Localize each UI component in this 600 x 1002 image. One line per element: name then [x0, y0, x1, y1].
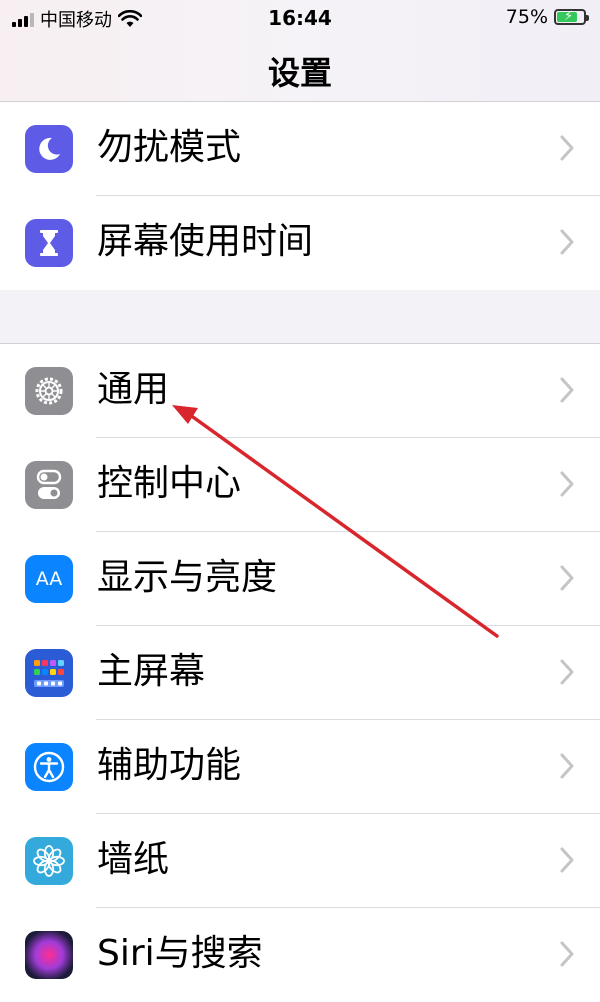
settings-row-screen-time[interactable]: 屏幕使用时间	[0, 196, 600, 290]
status-bar: 中国移动 16:44 75% ⚡	[0, 0, 600, 38]
chevron-right-icon	[560, 659, 574, 685]
chevron-right-icon	[560, 135, 574, 161]
settings-row-siri-search[interactable]: Siri与搜索	[0, 908, 600, 1002]
row-label: 屏幕使用时间	[97, 221, 314, 262]
settings-row-home-screen[interactable]: 主屏幕	[0, 626, 600, 720]
chevron-right-icon	[560, 753, 574, 779]
battery-icon: ⚡	[554, 9, 589, 25]
flower-icon	[25, 837, 73, 885]
chevron-right-icon	[560, 377, 574, 403]
chevron-right-icon	[560, 941, 574, 967]
home-screen-grid-icon	[25, 649, 73, 697]
row-label: 控制中心	[97, 463, 242, 504]
aa-text-icon: AA	[25, 555, 73, 603]
chevron-right-icon	[560, 565, 574, 591]
settings-row-general[interactable]: 通用	[0, 344, 600, 438]
charging-bolt-icon: ⚡	[564, 9, 574, 24]
chevron-right-icon	[560, 471, 574, 497]
settings-row-control-center[interactable]: 控制中心	[0, 438, 600, 532]
settings-group-general: 通用 控制中心 AA 显示与亮度 主屏幕 辅助功能 墙纸 Siri与搜索	[0, 343, 600, 1002]
navigation-bar: 设置	[0, 38, 600, 102]
toggle-switches-icon	[25, 461, 73, 509]
moon-icon	[25, 125, 73, 173]
settings-row-do-not-disturb[interactable]: 勿扰模式	[0, 102, 600, 196]
settings-row-display-brightness[interactable]: AA 显示与亮度	[0, 532, 600, 626]
chevron-right-icon	[560, 847, 574, 873]
row-label: 通用	[97, 369, 170, 410]
row-label: 辅助功能	[97, 745, 242, 786]
settings-group-focus: 勿扰模式 屏幕使用时间	[0, 102, 600, 290]
gear-icon	[25, 367, 73, 415]
page-title: 设置	[267, 54, 332, 92]
hourglass-icon	[25, 219, 73, 267]
status-right: 75% ⚡	[505, 6, 589, 28]
accessibility-icon	[25, 743, 73, 791]
row-label: 墙纸	[97, 839, 170, 880]
siri-icon	[25, 931, 73, 979]
row-label: 勿扰模式	[97, 127, 242, 168]
aa-icon-text: AA	[35, 567, 63, 590]
row-label: Siri与搜索	[97, 933, 263, 974]
settings-row-accessibility[interactable]: 辅助功能	[0, 720, 600, 814]
settings-row-wallpaper[interactable]: 墙纸	[0, 814, 600, 908]
battery-percentage: 75%	[505, 6, 548, 28]
row-label: 主屏幕	[97, 651, 206, 692]
chevron-right-icon	[560, 229, 574, 255]
row-label: 显示与亮度	[97, 557, 278, 598]
